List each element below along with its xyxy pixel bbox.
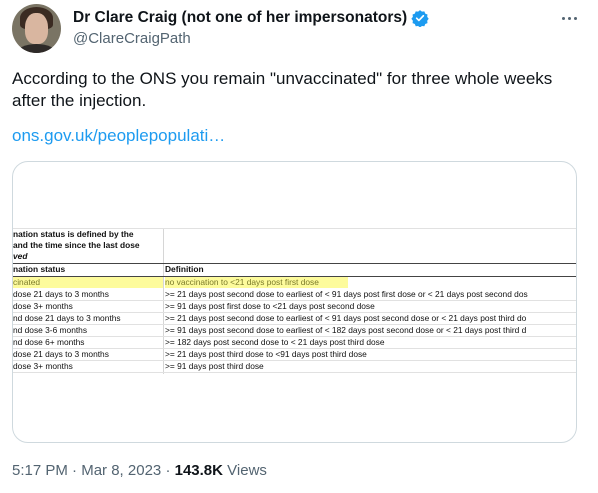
table-cell-status: dose 3+ months — [13, 361, 73, 371]
table-cell-status: nd dose 3-6 months — [13, 325, 88, 335]
tweet-time[interactable]: 5:17 PM — [12, 462, 68, 479]
author-block: Dr Clare Craig (not one of her impersona… — [73, 9, 429, 47]
tweet-meta: 5:17 PM · Mar 8, 2023 · 143.8K Views — [12, 462, 267, 479]
table-gridline — [13, 372, 576, 373]
table-header-definition: Definition — [165, 264, 204, 274]
tweet-link[interactable]: ons.gov.uk/peoplepopulati… — [12, 126, 225, 146]
table-cell-status: nd dose 21 days to 3 months — [13, 313, 121, 323]
table-column-divider — [163, 228, 164, 374]
spreadsheet-image: nation status is defined by the and the … — [13, 228, 576, 374]
table-cell-definition: >= 21 days post second dose to earliest … — [165, 289, 528, 299]
table-cell-definition: >= 91 days post second dose to earliest … — [165, 325, 527, 335]
user-handle[interactable]: @ClareCraigPath — [73, 30, 429, 47]
display-name[interactable]: Dr Clare Craig (not one of her impersona… — [73, 9, 407, 27]
table-intro-line: and the time since the last dose — [13, 240, 140, 250]
table-cell-status: dose 21 days to 3 months — [13, 349, 109, 359]
table-cell-status: nd dose 6+ months — [13, 337, 85, 347]
media-card[interactable]: nation status is defined by the and the … — [12, 161, 577, 443]
verified-badge-icon — [411, 10, 429, 27]
meta-separator: · — [72, 462, 78, 479]
table-cell-status: cinated — [13, 277, 163, 288]
table-cell-status: dose 21 days to 3 months — [13, 289, 109, 299]
avatar-shoulders — [16, 44, 57, 53]
table-cell-definition: >= 182 days post second dose to < 21 day… — [165, 337, 385, 347]
table-cell-definition: >= 91 days post first dose to <21 days p… — [165, 301, 375, 311]
table-cell-definition: >= 21 days post third dose to <91 days p… — [165, 349, 367, 359]
table-cell-definition: no vaccination to <21 days post first do… — [165, 277, 348, 288]
more-options-icon[interactable] — [556, 8, 582, 28]
table-intro-line: nation status is defined by the — [13, 229, 134, 239]
table-cell-definition: >= 21 days post second dose to earliest … — [165, 313, 527, 323]
tweet-text: According to the ONS you remain "unvacci… — [12, 69, 553, 110]
tweet-date[interactable]: Mar 8, 2023 — [81, 462, 161, 479]
name-row: Dr Clare Craig (not one of her impersona… — [73, 9, 429, 27]
avatar-face — [25, 13, 48, 44]
avatar[interactable] — [12, 4, 61, 53]
table-cell-definition: >= 91 days post third dose — [165, 361, 264, 371]
table-header-status: nation status — [13, 264, 66, 274]
table-intro-line: ved — [13, 251, 28, 261]
meta-separator: · — [165, 462, 171, 479]
views-label: Views — [227, 462, 267, 479]
table-cell-status: dose 3+ months — [13, 301, 73, 311]
views-count: 143.8K — [174, 462, 223, 479]
